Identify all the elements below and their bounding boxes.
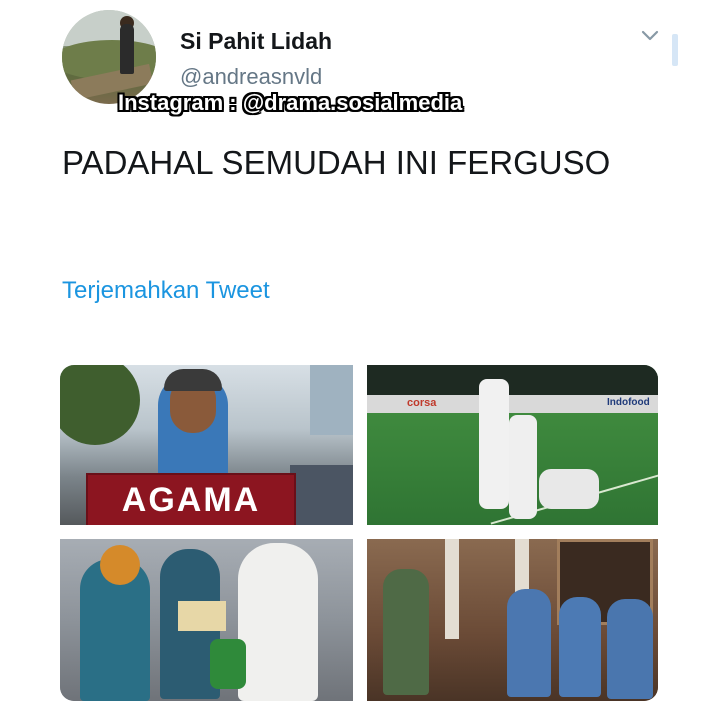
photo4-nun bbox=[507, 589, 551, 697]
photo2-ad-right: Indofood bbox=[607, 397, 650, 408]
chevron-down-icon[interactable] bbox=[640, 26, 660, 46]
photo-agama-sign[interactable]: AGAMA bbox=[60, 365, 353, 525]
photo-nuns-elders[interactable] bbox=[367, 539, 658, 701]
photo4-nun bbox=[607, 599, 653, 699]
photo2-player-standing bbox=[479, 379, 509, 509]
photo3-nun bbox=[238, 543, 318, 701]
photo-charity[interactable] bbox=[60, 539, 353, 701]
media-grid: AGAMA corsa Indofood bbox=[60, 365, 658, 701]
photo4-nun bbox=[559, 597, 601, 697]
photo3-donation-box bbox=[178, 601, 226, 631]
photo1-cap bbox=[164, 369, 222, 391]
photo-football-prayer[interactable]: corsa Indofood bbox=[367, 365, 658, 525]
tweet-text: PADAHAL SEMUDAH INI FERGUSO bbox=[62, 144, 611, 181]
photo2-player-kneeling bbox=[539, 469, 599, 509]
photo3-hijab bbox=[100, 545, 140, 585]
photo1-building bbox=[310, 365, 353, 435]
avatar-person bbox=[120, 24, 134, 74]
user-handle[interactable]: @andreasnvld bbox=[180, 64, 322, 90]
display-name[interactable]: Si Pahit Lidah bbox=[180, 28, 332, 55]
photo3-bag bbox=[210, 639, 246, 689]
photo4-elder bbox=[383, 569, 429, 695]
photo1-crowd bbox=[290, 465, 353, 525]
scroll-edge bbox=[672, 34, 678, 66]
photo2-player-praying bbox=[509, 415, 537, 519]
instagram-watermark: Instagram : @drama.sosialmedia bbox=[118, 90, 463, 115]
translate-tweet-link[interactable]: Terjemahkan Tweet bbox=[62, 277, 270, 305]
photo1-sign: AGAMA bbox=[86, 473, 296, 525]
photo2-stands bbox=[367, 365, 658, 395]
photo2-ad-left: corsa bbox=[407, 397, 437, 409]
photo4-curtain bbox=[445, 539, 459, 639]
